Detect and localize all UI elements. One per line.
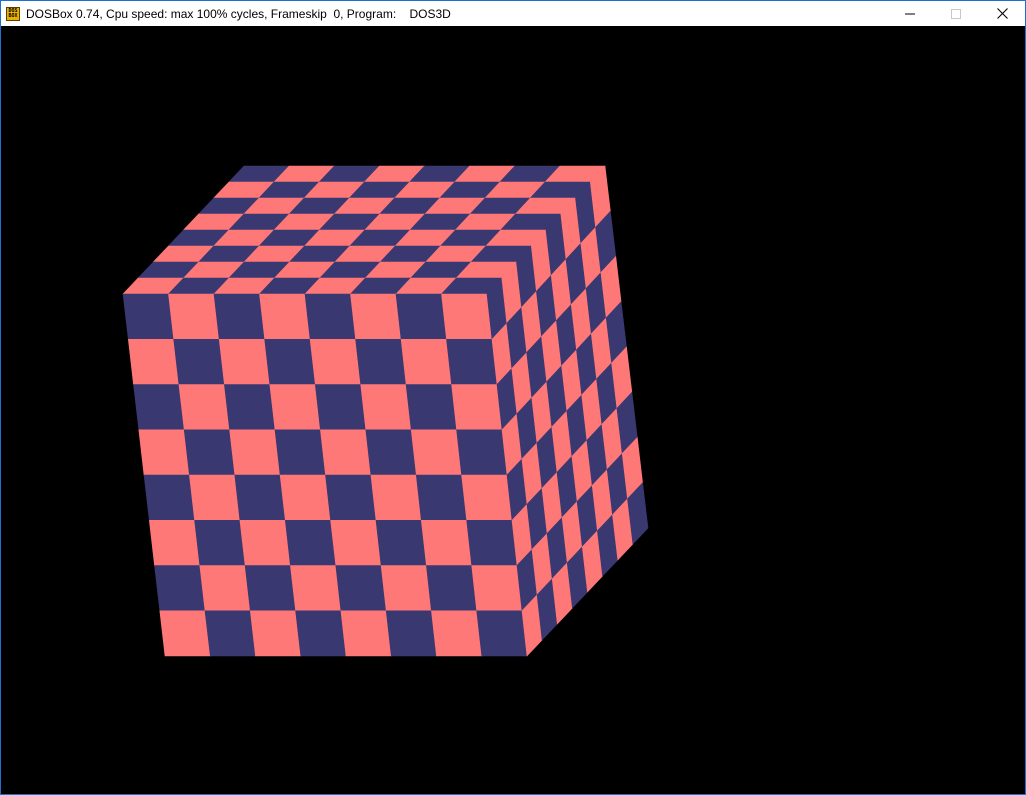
checker-tile [335, 565, 387, 612]
checker-tile [259, 293, 311, 340]
checker-tile [314, 384, 367, 431]
checker-tile [461, 474, 513, 521]
checker-tile [360, 384, 412, 431]
checker-tile [405, 384, 457, 431]
checker-tile [148, 519, 201, 566]
checker-tile [138, 429, 190, 476]
checker-tile [204, 610, 256, 657]
checker-tile [415, 474, 468, 521]
icon-text-bottom: BOX [8, 12, 18, 19]
checker-tile [320, 429, 372, 476]
checker-tile [199, 565, 251, 612]
render-canvas [122, 165, 649, 657]
checker-tile [330, 519, 382, 566]
minimize-button[interactable] [887, 1, 933, 26]
front-face [122, 293, 528, 657]
dos-screen[interactable] [1, 26, 1025, 794]
checker-tile [218, 338, 271, 385]
checker-tile [375, 519, 427, 566]
checker-tile [290, 565, 342, 612]
checker-tile [173, 338, 225, 385]
dosbox-window: DOS BOX DOSBox 0.74, Cpu speed: max 100%… [0, 0, 1026, 795]
window-controls [887, 1, 1025, 26]
checker-tile [234, 474, 286, 521]
checker-tile [284, 519, 337, 566]
checker-tile [244, 565, 296, 612]
checker-tile [441, 293, 493, 340]
checker-tile [249, 610, 302, 657]
checker-tile [325, 474, 377, 521]
checker-tile [224, 384, 276, 431]
checker-tile [370, 474, 422, 521]
checker-tile [340, 610, 392, 657]
checker-tile [304, 293, 356, 340]
checker-tile [365, 429, 417, 476]
checker-tile [194, 519, 246, 566]
checker-tile [239, 519, 291, 566]
checker-tile [183, 429, 236, 476]
checker-tile [446, 338, 498, 385]
checker-tile [466, 519, 518, 566]
checker-tile [279, 474, 331, 521]
checker-tile [456, 429, 508, 476]
checker-tile [451, 384, 503, 431]
checker-tile [159, 610, 211, 657]
checker-tile [168, 293, 220, 340]
checker-tile [385, 610, 437, 657]
checker-tile [395, 293, 447, 340]
checker-tile [295, 610, 347, 657]
checkered-cube [122, 165, 649, 657]
checker-tile [154, 565, 206, 612]
dosbox-icon[interactable]: DOS BOX [6, 6, 20, 21]
checker-tile [143, 474, 195, 521]
checker-tile [189, 474, 241, 521]
checker-tile [350, 293, 402, 340]
checker-tile [122, 293, 175, 340]
checker-tile [355, 338, 407, 385]
title-bar[interactable]: DOS BOX DOSBox 0.74, Cpu speed: max 100%… [1, 1, 1025, 26]
checker-tile [309, 338, 362, 385]
checker-tile [400, 338, 452, 385]
maximize-button[interactable] [933, 1, 979, 26]
checker-tile [264, 338, 316, 385]
checker-tile [476, 610, 528, 657]
checker-tile [420, 519, 473, 566]
checker-tile [213, 293, 266, 340]
checker-tile [269, 384, 321, 431]
checker-tile [127, 338, 180, 385]
close-icon [996, 8, 1008, 19]
checker-tile [178, 384, 230, 431]
checker-tile [380, 565, 432, 612]
checker-tile [274, 429, 326, 476]
checker-tile [431, 610, 483, 657]
checker-tile [471, 565, 523, 612]
checker-tile [426, 565, 478, 612]
minimize-icon [905, 13, 915, 14]
window-title: DOSBox 0.74, Cpu speed: max 100% cycles,… [26, 6, 451, 21]
checker-tile [410, 429, 462, 476]
close-button[interactable] [979, 1, 1025, 26]
checker-tile [133, 384, 185, 431]
maximize-icon [951, 8, 961, 19]
checker-tile [229, 429, 281, 476]
